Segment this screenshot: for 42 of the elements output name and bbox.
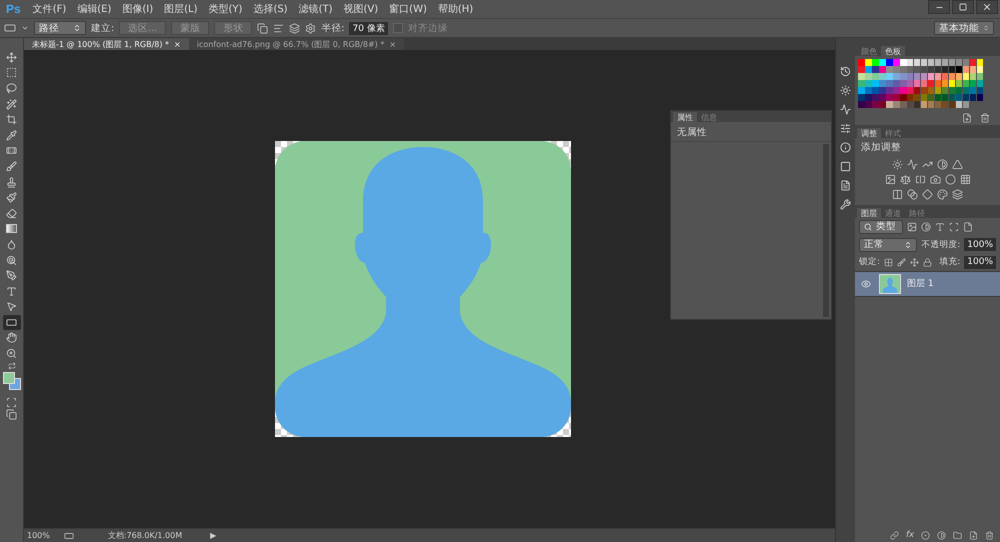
add-adjustment-label: 添加调整 (860, 140, 902, 154)
menu-item[interactable]: 图像(I) (122, 2, 154, 16)
workspace-dropdown[interactable]: 基本功能 (934, 21, 994, 35)
document-tab[interactable]: 未标题-1 @ 100% (图层 1, RGB/8) * × (24, 38, 189, 50)
panel-tab[interactable]: 通道 (881, 208, 905, 218)
fx-button[interactable]: fx (906, 530, 914, 540)
panel-tab[interactable]: 色板 (881, 46, 905, 56)
radius-field[interactable]: 70 像素 (349, 22, 388, 34)
radius-label: 半径: (321, 22, 344, 34)
menu-item[interactable]: 图层(L) (164, 2, 198, 16)
panel-tab[interactable]: 属性 (673, 112, 697, 122)
panel-tab[interactable]: 图层 (857, 208, 881, 218)
fill-label: 填充: (939, 256, 960, 268)
document-info: 文档:768.0K/1.00M (108, 530, 182, 541)
menu-item[interactable]: 选择(S) (253, 2, 288, 16)
zoom-level: 100% (27, 531, 50, 540)
fill-field[interactable]: 100% (964, 256, 996, 268)
blend-mode-dropdown[interactable]: 正常 (859, 238, 918, 252)
opacity-label: 不透明度: (921, 238, 960, 250)
panel-tab[interactable]: 信息 (697, 112, 721, 122)
menu-item[interactable]: 文件(F) (32, 2, 66, 16)
layer-row[interactable]: 图层 1 (855, 270, 1000, 296)
app-logo: Ps (6, 2, 21, 16)
menu-item[interactable]: 类型(Y) (208, 2, 242, 16)
panel-tab[interactable]: 调整 (857, 128, 881, 138)
menu-item[interactable]: 帮助(H) (438, 2, 474, 16)
menu-item[interactable]: 视图(V) (344, 2, 378, 16)
document-tab[interactable]: iconfont-ad76.png @ 66.7% (图层 0, RGB/8#) * × (188, 38, 404, 50)
panel-tab[interactable]: 样式 (881, 128, 905, 138)
make-label: 建立: (91, 22, 114, 34)
no-properties-text: 无属性 (671, 122, 831, 142)
lock-label: 锁定: (859, 256, 880, 268)
menu-item[interactable]: 滤镜(T) (298, 2, 333, 16)
panel-tab[interactable]: 颜色 (857, 46, 881, 56)
layer-name: 图层 1 (907, 278, 934, 290)
filter-dropdown[interactable]: 类型 (859, 220, 903, 234)
menu-item[interactable]: 窗口(W) (389, 2, 427, 16)
opacity-field[interactable]: 100% (964, 238, 996, 251)
menu-item[interactable]: 编辑(E) (77, 2, 112, 16)
panel-tab[interactable]: 路径 (905, 208, 929, 218)
mode-dropdown[interactable]: 路径 (34, 21, 86, 35)
status-menu-arrow[interactable]: ▶ (210, 531, 216, 540)
